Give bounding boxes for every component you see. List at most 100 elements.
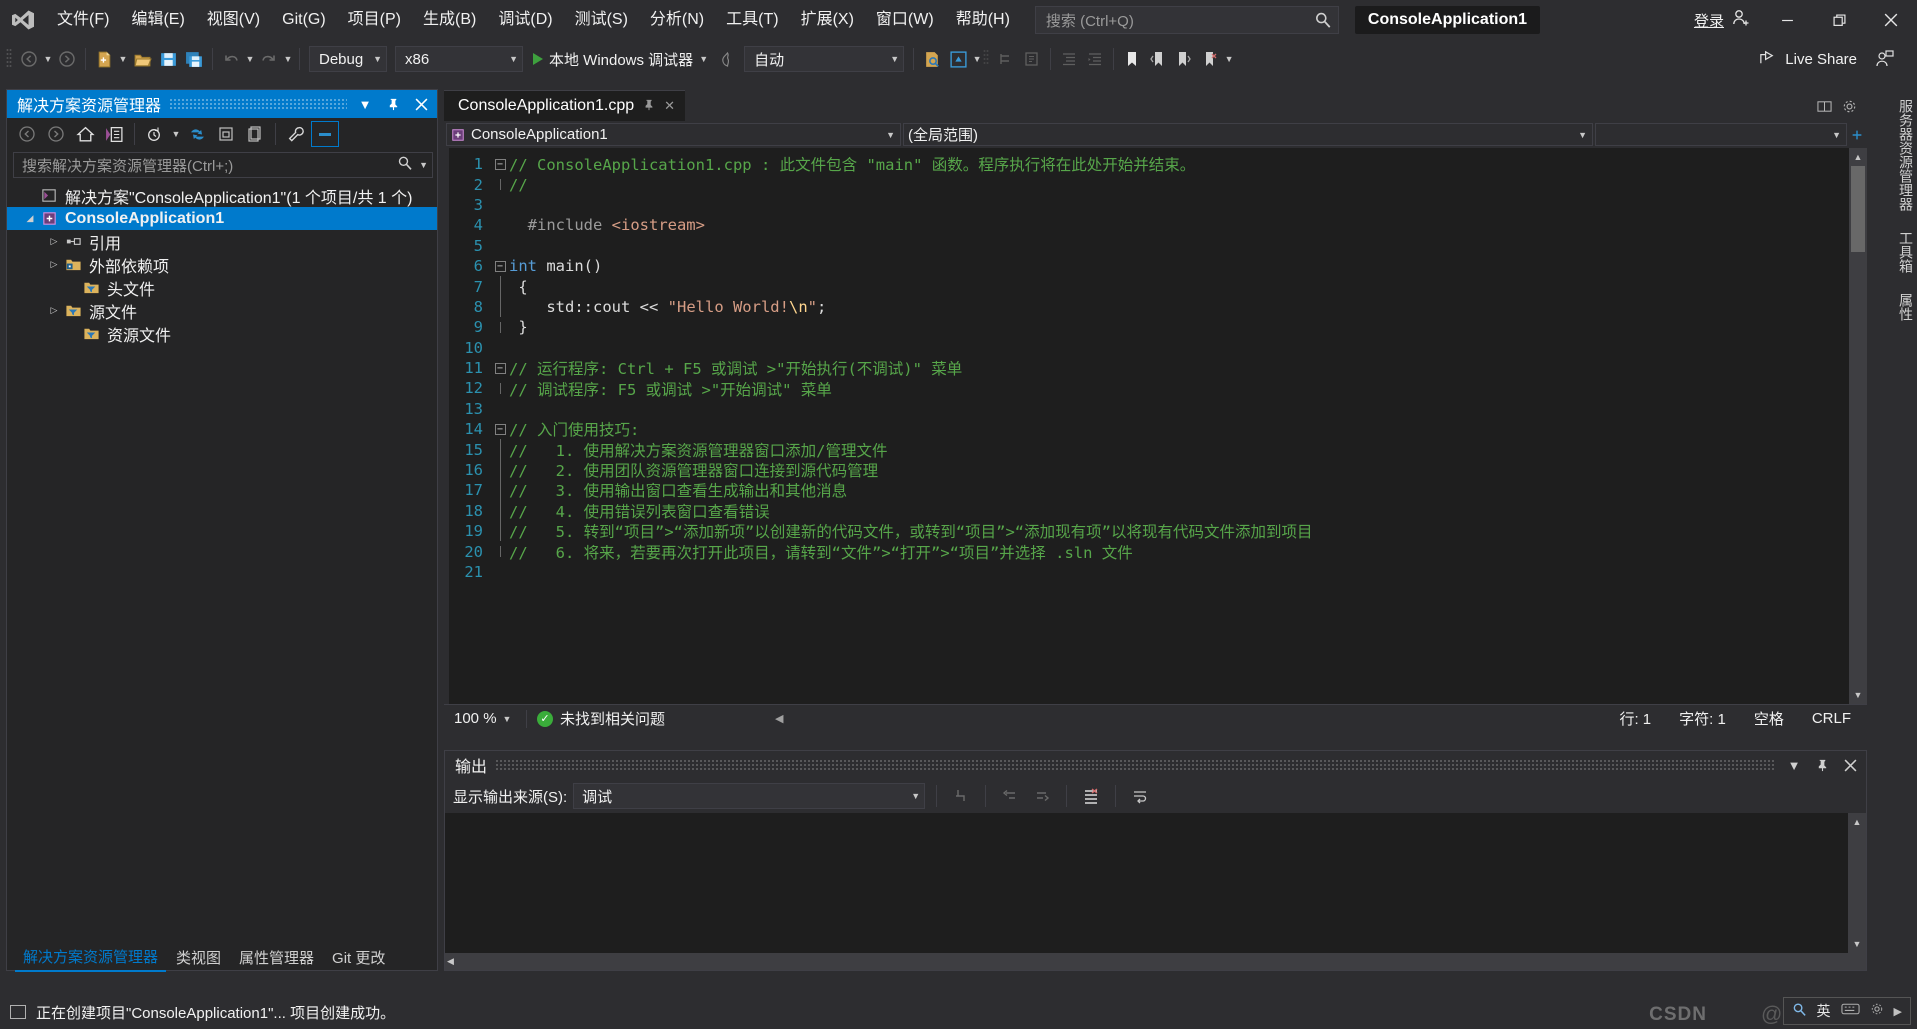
pin-icon[interactable]	[643, 99, 655, 114]
quick-search-input[interactable]: 搜索 (Ctrl+Q)	[1034, 6, 1339, 34]
toolbar-grip[interactable]	[6, 48, 16, 70]
panel-tab-property-manager[interactable]: 属性管理器	[231, 944, 322, 971]
se-home-icon[interactable]	[71, 121, 99, 147]
chevron-down-icon[interactable]: ▼	[355, 93, 375, 115]
output-source-select[interactable]: 调试 ▼	[573, 783, 926, 809]
solution-platform-select[interactable]: x86 ▼	[395, 46, 523, 72]
se-pending-dropdown-icon[interactable]: ▼	[170, 121, 182, 147]
tree-item-external-dependencies[interactable]: ▷ 外部依赖项	[7, 253, 437, 276]
tree-item-header-files[interactable]: 头文件	[7, 276, 437, 299]
ime-mode-label[interactable]: 英	[1817, 1001, 1831, 1021]
restore-button[interactable]	[1813, 0, 1865, 40]
navigate-backward-icon[interactable]	[16, 46, 42, 72]
fold-collapse-icon[interactable]: −	[491, 362, 509, 374]
menu-test[interactable]: 测试(S)	[564, 0, 639, 40]
code-line[interactable]: 14−// 入门使用技巧:	[449, 419, 1867, 439]
comment-selection-icon[interactable]	[1019, 46, 1045, 72]
live-share-button[interactable]: Live Share	[1758, 48, 1857, 71]
output-text-area[interactable]: ▲ ▼ ◀	[445, 813, 1866, 970]
sign-in-button[interactable]: 登录	[1684, 8, 1761, 32]
code-line[interactable]: 20 // 6. 将来，若要再次打开此项目，请转到“文件”>“打开”>“项目”并选…	[449, 541, 1867, 562]
open-file-icon[interactable]	[129, 46, 155, 72]
navigation-scope-select[interactable]: (全局范围) ▼	[903, 123, 1593, 146]
tree-expander-collapsed-icon[interactable]: ▷	[45, 259, 63, 270]
scroll-down-icon[interactable]: ▼	[1848, 935, 1866, 953]
next-message-icon[interactable]	[1029, 783, 1055, 809]
hot-reload-icon[interactable]	[714, 46, 740, 72]
se-preview-selected-icon[interactable]	[311, 121, 339, 147]
ime-chevron-icon[interactable]: ▶	[1894, 1005, 1902, 1018]
menu-tools[interactable]: 工具(T)	[715, 0, 789, 40]
se-pending-changes-icon[interactable]	[141, 121, 169, 147]
panel-tab-solution-explorer[interactable]: 解决方案资源管理器	[15, 943, 167, 972]
decrease-indent-icon[interactable]	[1056, 46, 1082, 72]
editor-zoom-select[interactable]: 100 % ▼	[444, 710, 516, 727]
menu-project[interactable]: 项目(P)	[337, 0, 412, 40]
toggle-word-wrap-icon[interactable]	[1127, 783, 1153, 809]
pin-icon[interactable]	[1812, 754, 1832, 776]
scroll-up-icon[interactable]: ▲	[1849, 148, 1867, 166]
code-line[interactable]: 10	[449, 338, 1867, 358]
tree-item-project[interactable]: ◢ ConsoleApplication1	[7, 207, 437, 230]
navigate-forward-icon[interactable]	[54, 46, 80, 72]
code-line[interactable]: 7 {	[449, 276, 1867, 297]
close-icon[interactable]: ✕	[664, 98, 675, 114]
new-project-dropdown-icon[interactable]: ▼	[117, 46, 129, 72]
rtab-properties[interactable]: 属性	[1891, 283, 1917, 331]
code-line[interactable]: 3	[449, 195, 1867, 215]
undo-dropdown-icon[interactable]: ▼	[244, 46, 256, 72]
close-icon[interactable]	[411, 93, 431, 115]
solution-configuration-select[interactable]: Debug ▼	[309, 46, 387, 72]
code-line[interactable]: 18 // 4. 使用错误列表窗口查看错误	[449, 500, 1867, 522]
code-line[interactable]: 11−// 运行程序: Ctrl + F5 或调试 >"开始执行(不调试)" 菜…	[449, 358, 1867, 378]
scroll-up-icon[interactable]: ▲	[1848, 813, 1866, 831]
output-vertical-scrollbar[interactable]: ▲ ▼	[1848, 813, 1866, 970]
fold-collapse-icon[interactable]: −	[491, 260, 509, 272]
chevron-down-icon[interactable]: ▼	[699, 54, 708, 64]
navigation-project-select[interactable]: ConsoleApplication1 ▼	[446, 123, 901, 146]
navigation-member-select[interactable]: ▼	[1595, 123, 1847, 146]
redo-dropdown-icon[interactable]: ▼	[282, 46, 294, 72]
menu-analyze[interactable]: 分析(N)	[639, 0, 715, 40]
code-line[interactable]: 2 //	[449, 174, 1867, 194]
toggle-bookmark-icon[interactable]	[1119, 46, 1145, 72]
code-line[interactable]: 5	[449, 236, 1867, 256]
clear-all-icon[interactable]	[1078, 783, 1104, 809]
code-line[interactable]: 1−// ConsoleApplication1.cpp : 此文件包含 "ma…	[449, 154, 1867, 174]
code-lines-container[interactable]: 1−// ConsoleApplication1.cpp : 此文件包含 "ma…	[449, 148, 1867, 704]
gear-icon[interactable]	[1842, 99, 1857, 117]
add-split-icon[interactable]	[1849, 127, 1865, 143]
ime-keyboard-icon[interactable]	[1840, 1002, 1860, 1020]
code-line[interactable]: 17 // 3. 使用输出窗口查看生成输出和其他消息	[449, 480, 1867, 501]
tree-item-resource-files[interactable]: 资源文件	[7, 322, 437, 345]
code-line[interactable]: 21	[449, 562, 1867, 582]
process-select[interactable]: 自动 ▼	[744, 46, 905, 72]
chevron-down-icon[interactable]: ▼	[1784, 754, 1804, 776]
step-into-specific-icon[interactable]	[993, 46, 1019, 72]
menu-debug[interactable]: 调试(D)	[487, 0, 563, 40]
scroll-down-icon[interactable]: ▼	[1849, 686, 1867, 704]
code-line[interactable]: 8 std::cout << "Hello World!\n";	[449, 296, 1867, 318]
previous-bookmark-icon[interactable]	[1145, 46, 1171, 72]
rtab-toolbox[interactable]: 工具箱	[1891, 221, 1917, 283]
search-icon[interactable]	[1792, 1002, 1807, 1021]
feedback-icon[interactable]	[1871, 46, 1897, 72]
save-icon[interactable]	[155, 46, 181, 72]
issue-nav-previous-icon[interactable]: ◀	[775, 712, 783, 725]
clear-bookmarks-icon[interactable]	[1197, 46, 1223, 72]
se-search-dropdown-icon[interactable]: ▼	[413, 160, 428, 170]
previous-message-icon[interactable]	[997, 783, 1023, 809]
panel-tab-class-view[interactable]: 类视图	[168, 944, 229, 971]
toolbar-grip-2[interactable]	[983, 48, 993, 70]
editor-issue-status[interactable]: ✓ 未找到相关问题	[537, 708, 665, 729]
live-preview-icon[interactable]	[945, 46, 971, 72]
menu-window[interactable]: 窗口(W)	[865, 0, 945, 40]
menu-edit[interactable]: 编辑(E)	[120, 0, 195, 40]
menu-file[interactable]: 文件(F)	[46, 0, 120, 40]
code-line[interactable]: 13	[449, 399, 1867, 419]
fold-collapse-icon[interactable]: −	[491, 158, 509, 170]
se-collapse-all-icon[interactable]	[212, 121, 240, 147]
menu-git[interactable]: Git(G)	[271, 0, 337, 40]
menu-view[interactable]: 视图(V)	[196, 0, 271, 40]
tree-item-references[interactable]: ▷ 引用	[7, 230, 437, 253]
